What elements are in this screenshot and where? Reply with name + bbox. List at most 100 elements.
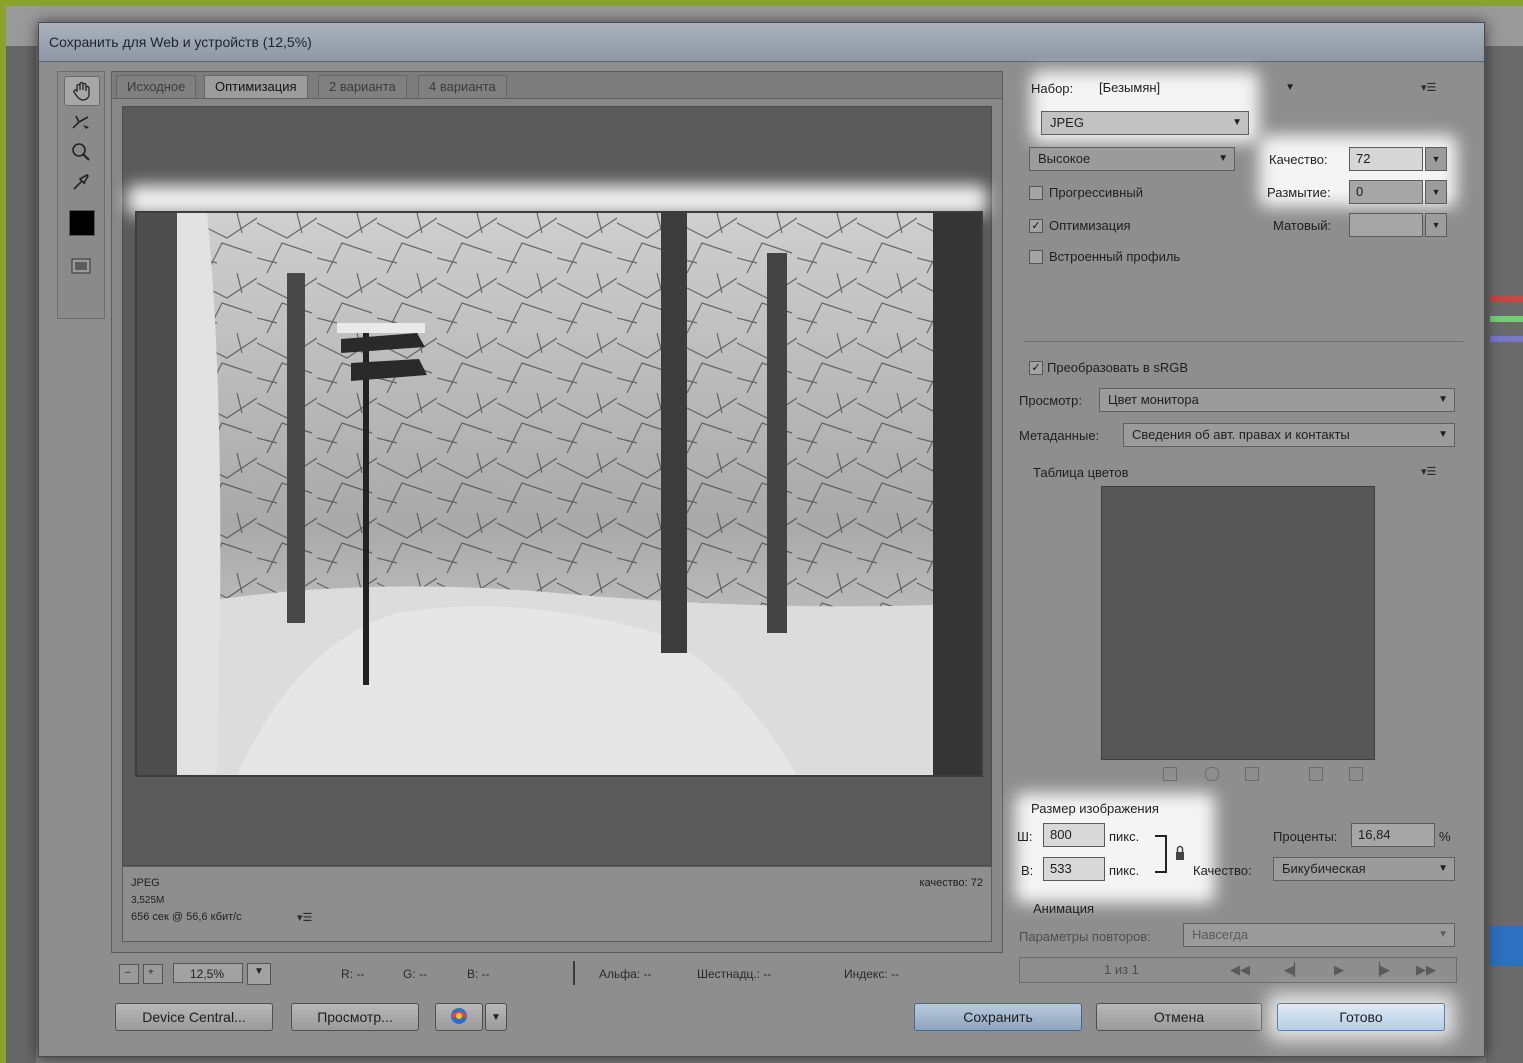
percent-field[interactable]: 16,84 — [1351, 823, 1435, 847]
play-icon[interactable]: ▶ — [1334, 962, 1344, 978]
info-download-time: 656 сек @ 56,6 кбит/с — [131, 911, 242, 923]
zoom-icon[interactable] — [64, 138, 98, 166]
preset-label: Набор: — [1031, 81, 1074, 96]
browser-icon — [448, 1005, 470, 1030]
resample-quality-select[interactable]: Бикубическая ▼ — [1273, 857, 1455, 881]
view-tabs: Исходное Оптимизация 2 варианта 4 вариан… — [112, 72, 1002, 99]
width-label: Ш: — [1017, 829, 1033, 844]
status-bar: – + 12,5% ▼ R: -- G: -- B: -- Альфа: -- … — [111, 959, 1001, 987]
convert-srgb-label: Преобразовать в sRGB — [1047, 360, 1189, 375]
optimized-label: Оптимизация — [1049, 218, 1131, 233]
status-index: Индекс: -- — [844, 967, 899, 981]
web-shift-icon[interactable] — [1205, 767, 1219, 781]
chevron-down-icon: ▼ — [1438, 429, 1448, 440]
blur-field[interactable]: 0 — [1349, 180, 1423, 204]
tab-2-up[interactable]: 2 варианта — [318, 75, 407, 98]
animation-controls: 1 из 1 ◀◀ ◀▏ ▶ ▕▶ ▶▶ — [1019, 957, 1457, 983]
tab-original[interactable]: Исходное — [116, 75, 197, 98]
preview-select[interactable]: Цвет монитора ▼ — [1099, 388, 1455, 412]
background-right-panel — [1486, 46, 1523, 1063]
preview-info-panel: JPEG 3,525M 656 сек @ 56,6 кбит/с ▾☰ кач… — [122, 866, 992, 942]
zoom-out-button[interactable]: – — [119, 964, 139, 984]
background-left-panel — [6, 46, 36, 1063]
loop-options-select[interactable]: Навсегда ▼ — [1183, 923, 1455, 947]
convert-srgb-checkbox[interactable]: ✓ — [1029, 361, 1043, 375]
percent-unit: % — [1439, 829, 1451, 844]
progressive-label: Прогрессивный — [1049, 185, 1143, 200]
width-field[interactable]: 800 — [1043, 823, 1105, 847]
next-frame-icon[interactable]: ▕▶ — [1370, 962, 1390, 978]
eyedropper-color-swatch[interactable] — [69, 210, 95, 236]
status-b: B: -- — [467, 967, 490, 981]
preview-button[interactable]: Просмотр... — [291, 1003, 419, 1031]
quality-level-select[interactable]: Высокое ▼ — [1029, 147, 1235, 171]
dialog-title: Сохранить для Web и устройств (12,5%) — [49, 34, 312, 50]
first-frame-icon[interactable]: ◀◀ — [1230, 962, 1250, 978]
eyedropper-icon[interactable] — [64, 168, 98, 196]
width-unit: пикс. — [1109, 829, 1140, 844]
chevron-down-icon: ▼ — [1232, 117, 1242, 128]
lock-color-icon[interactable] — [1245, 767, 1259, 781]
optimized-checkbox[interactable]: ✓ — [1029, 219, 1043, 233]
animation-label: Анимация — [1033, 901, 1095, 916]
last-frame-icon[interactable]: ▶▶ — [1416, 962, 1436, 978]
tab-optimized[interactable]: Оптимизация — [204, 75, 308, 98]
new-color-icon[interactable] — [1309, 767, 1323, 781]
save-button[interactable]: Сохранить — [914, 1003, 1082, 1031]
constrain-bracket — [1155, 835, 1167, 873]
loop-options-value: Навсегда — [1192, 927, 1249, 942]
preset-value: [Безымян] — [1099, 80, 1161, 95]
save-for-web-dialog: Сохранить для Web и устройств (12,5%) Ис… — [38, 22, 1485, 1057]
trash-icon[interactable] — [1349, 767, 1363, 781]
preview-area: Исходное Оптимизация 2 варианта 4 вариан… — [111, 71, 1003, 953]
metadata-select[interactable]: Сведения об авт. правах и контакты ▼ — [1123, 423, 1455, 447]
zoom-in-button[interactable]: + — [143, 964, 163, 984]
done-button[interactable]: Готово — [1277, 1003, 1445, 1031]
browser-preview-button[interactable] — [435, 1003, 483, 1031]
cancel-button[interactable]: Отмена — [1096, 1003, 1262, 1031]
zoom-dropdown-button[interactable]: ▼ — [247, 963, 271, 985]
frame-counter: 1 из 1 — [1104, 962, 1139, 977]
color-table[interactable] — [1101, 486, 1375, 760]
info-quality: качество: 72 — [919, 877, 983, 889]
map-color-icon[interactable] — [1163, 767, 1177, 781]
preset-select[interactable]: [Безымян] ▼ — [1091, 77, 1301, 101]
panel-menu-icon[interactable]: ▾☰ — [1421, 465, 1436, 478]
metadata-value: Сведения об авт. правах и контакты — [1132, 427, 1350, 442]
zoom-level-field[interactable]: 12,5% — [173, 963, 243, 983]
image-canvas[interactable] — [122, 106, 992, 866]
color-table-label: Таблица цветов — [1033, 465, 1129, 480]
percent-label: Проценты: — [1273, 829, 1338, 844]
matte-field[interactable] — [1349, 213, 1423, 237]
device-central-button[interactable]: Device Central... — [115, 1003, 273, 1031]
blur-dropdown-button[interactable]: ▼ — [1425, 180, 1447, 204]
chevron-down-icon: ▼ — [1438, 863, 1448, 874]
matte-dropdown-button[interactable]: ▼ — [1425, 213, 1447, 237]
panel-menu-icon[interactable]: ▾☰ — [1421, 81, 1436, 94]
height-field[interactable]: 533 — [1043, 857, 1105, 881]
quality-field[interactable]: 72 — [1349, 147, 1423, 171]
quality-dropdown-button[interactable]: ▼ — [1425, 147, 1447, 171]
panel-menu-icon[interactable]: ▾☰ — [297, 911, 312, 924]
embed-profile-checkbox[interactable] — [1029, 250, 1043, 264]
status-hex: Шестнадц.: -- — [697, 967, 772, 981]
metadata-label: Метаданные: — [1019, 428, 1100, 443]
loop-options-label: Параметры повторов: — [1019, 929, 1151, 944]
info-format: JPEG — [131, 877, 160, 889]
slice-select-icon[interactable] — [64, 108, 98, 136]
tab-4-up[interactable]: 4 варианта — [418, 75, 507, 98]
height-label: В: — [1021, 863, 1034, 878]
lock-icon[interactable] — [1175, 845, 1185, 864]
progressive-checkbox[interactable] — [1029, 186, 1043, 200]
format-select[interactable]: JPEG ▼ — [1041, 111, 1249, 135]
browser-dropdown-button[interactable]: ▼ — [485, 1003, 507, 1031]
toggle-slices-icon[interactable] — [64, 252, 98, 280]
dialog-titlebar[interactable]: Сохранить для Web и устройств (12,5%) — [39, 23, 1484, 62]
background-swatch — [1490, 296, 1523, 302]
preview-image — [135, 211, 983, 777]
hand-icon[interactable] — [64, 76, 100, 106]
info-file-size: 3,525M — [131, 895, 165, 906]
previous-frame-icon[interactable]: ◀▏ — [1284, 962, 1304, 978]
status-alpha: Альфа: -- — [599, 967, 652, 981]
embed-profile-label: Встроенный профиль — [1049, 249, 1181, 264]
